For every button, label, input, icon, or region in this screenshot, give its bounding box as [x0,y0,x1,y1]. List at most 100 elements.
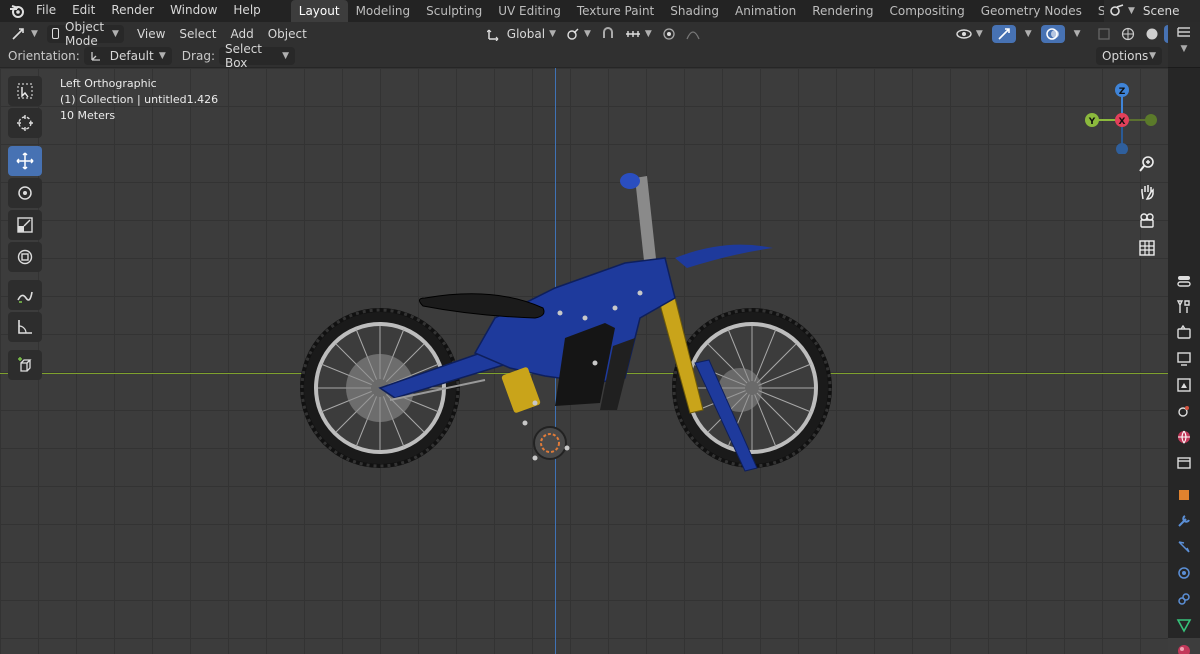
options-label: Options [1102,49,1149,63]
menu-window[interactable]: Window [162,0,225,22]
measure-tool[interactable] [8,312,42,342]
snap-toggle-button[interactable] [596,25,620,43]
shading-wireframe-button[interactable] [1116,25,1140,43]
overlays-options-button[interactable]: ▼ [1065,25,1086,43]
seat [419,293,545,319]
3d-viewport[interactable]: Left Orthographic (1) Collection | untit… [0,68,1168,654]
wireframe-shading-icon [1121,27,1134,40]
tab-shading[interactable]: Shading [662,0,727,22]
collection-info-text: (1) Collection | untitled1.426 [60,93,219,106]
orientation-dropdown[interactable]: Default ▼ [83,47,172,65]
blender-logo-icon[interactable] [6,0,28,22]
tab-compositing[interactable]: Compositing [881,0,972,22]
grid-scale-text: 10 Meters [60,109,116,122]
mode-label: Object Mode [65,19,105,48]
constraints-icon[interactable] [1168,586,1200,612]
view-name-text: Left Orthographic [60,77,157,90]
camera-view-button[interactable] [1135,208,1159,232]
menu-object[interactable]: Object [261,27,314,41]
mode-selector[interactable]: Object Mode ▼ [46,20,124,48]
transform-orientation-selector[interactable]: Global ▼ [482,25,561,43]
properties-tab-strip: ▼ [1168,22,1200,654]
menu-file[interactable]: File [28,0,64,22]
scene-props-icon[interactable] [1168,398,1200,424]
menu-select[interactable]: Select [172,27,223,41]
collection-icon[interactable] [1168,450,1200,476]
menu-help[interactable]: Help [225,0,268,22]
measure-icon [18,320,32,334]
tab-uv-editing[interactable]: UV Editing [490,0,569,22]
menu-add[interactable]: Add [223,27,260,41]
tab-rendering[interactable]: Rendering [804,0,881,22]
data-icon[interactable] [1168,612,1200,638]
world-icon[interactable] [1168,424,1200,450]
motorcycle-model[interactable] [295,148,855,483]
orientation-label: Orientation: [8,49,80,63]
drag-dropdown[interactable]: Select Box ▼ [218,42,295,70]
chevron-down-icon[interactable]: ▼ [1168,44,1200,54]
properties-editor-icon[interactable] [1168,268,1200,294]
shading-solid-button[interactable] [1140,25,1164,43]
outliner-editor-icon[interactable] [1168,22,1200,44]
falloff-button[interactable] [681,25,705,43]
workspace-tabs: Layout Modeling Sculpting UV Editing Tex… [290,0,1183,22]
tab-animation[interactable]: Animation [727,0,804,22]
overlays-toggle-button[interactable] [1040,24,1065,43]
visibility-button[interactable]: ▼ [951,25,988,43]
snap-target-button[interactable]: ▼ [620,25,657,43]
drag-value: Select Box [224,42,263,70]
proportional-edit-button[interactable] [657,25,681,43]
navigation-gizmo[interactable]: Z Y X [1080,74,1160,154]
gizmo-neg-y-axis[interactable] [1145,114,1157,126]
eye-icon [956,28,972,39]
add-cube-icon [18,357,32,372]
xray-toggle-button[interactable] [1092,25,1116,43]
menu-render[interactable]: Render [103,0,162,22]
tab-sculpting[interactable]: Sculpting [418,0,490,22]
menu-view[interactable]: View [130,27,172,41]
editor-type-icon [12,27,24,40]
modifier-icon[interactable] [1168,508,1200,534]
tab-geometry-nodes[interactable]: Geometry Nodes [973,0,1090,22]
cursor-tool[interactable] [8,108,42,138]
gizmo-neg-z-axis[interactable] [1116,143,1128,154]
annotate-icon [17,291,33,303]
add-cube-tool[interactable] [8,350,42,380]
overlays-icon [1045,27,1059,40]
scene-selector[interactable]: ▼ Scene [1104,0,1200,22]
rotate-tool[interactable] [8,178,42,208]
hand-icon [1141,185,1154,200]
annotate-tool[interactable] [8,280,42,310]
scene-icon [1110,3,1124,19]
particles-icon[interactable] [1168,534,1200,560]
options-dropdown[interactable]: Options ▼ [1096,47,1162,65]
pan-button[interactable] [1135,180,1159,204]
gizmo-options-button[interactable]: ▼ [1016,25,1037,43]
select-box-tool[interactable] [8,76,42,106]
tool-icon[interactable] [1168,294,1200,320]
zoom-button[interactable] [1135,152,1159,176]
transform-tool[interactable] [8,242,42,272]
motor [533,426,567,460]
editor-type-button[interactable]: ▼ [6,25,43,43]
tab-texture-paint[interactable]: Texture Paint [569,0,662,22]
snap-increment-icon [625,30,640,37]
scale-tool[interactable] [8,210,42,240]
perspective-toggle-button[interactable] [1135,236,1159,260]
tab-modeling[interactable]: Modeling [348,0,419,22]
material-icon[interactable] [1168,638,1200,654]
move-tool[interactable] [8,146,42,176]
view-layer-icon[interactable] [1168,372,1200,398]
physics-icon[interactable] [1168,560,1200,586]
output-icon[interactable] [1168,346,1200,372]
gizmo-toggle-button[interactable] [991,24,1016,43]
tab-layout[interactable]: Layout [290,0,348,22]
render-icon[interactable] [1168,320,1200,346]
scene-name: Scene [1142,4,1180,18]
move-icon [16,152,34,170]
camera-icon [1140,213,1154,228]
proportional-edit-icon [663,27,675,40]
pivot-point-button[interactable]: ▼ [561,25,596,43]
object-icon[interactable] [1168,482,1200,508]
pivot-icon [567,28,579,40]
